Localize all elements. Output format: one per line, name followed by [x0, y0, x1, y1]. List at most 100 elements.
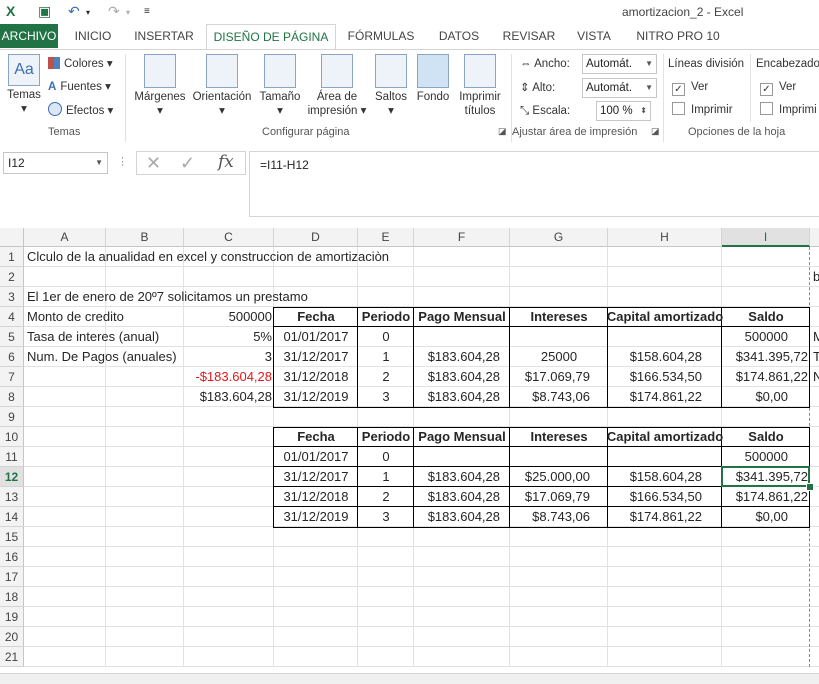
cancel-icon[interactable]: ✕ [146, 153, 161, 174]
table-cell[interactable]: 31/12/2018 [274, 487, 358, 507]
worksheet-grid[interactable]: A B C D E F G H I 1 2 3 4 5 6 7 8 9 10 1… [0, 228, 819, 684]
table-cell[interactable]: $174.861,22 [608, 507, 722, 527]
column-header-f[interactable]: F [414, 228, 510, 247]
dialog-launcher-icon[interactable]: ◪ [498, 126, 507, 137]
resize-handle-icon[interactable]: ⋮ [117, 155, 128, 168]
cell-j6[interactable]: T [811, 347, 819, 367]
table-cell[interactable]: 0 [358, 447, 414, 467]
table-cell[interactable]: $183.604,28 [414, 487, 510, 507]
table-1-header[interactable]: Pago Mensual [414, 307, 510, 327]
dialog-launcher-icon[interactable]: ◪ [651, 126, 660, 137]
margenes-button[interactable]: Márgenes ▾ [132, 52, 188, 118]
row-header[interactable]: 10 [0, 427, 24, 447]
tab-revisar[interactable]: REVISAR [498, 24, 560, 48]
table-cell[interactable]: $174.861,22 [608, 387, 722, 407]
column-header-c[interactable]: C [184, 228, 274, 247]
redo-icon[interactable]: ↷ [108, 3, 120, 20]
sheet-tabs-bar[interactable] [0, 673, 819, 684]
row-header[interactable]: 2 [0, 267, 24, 287]
row-header[interactable]: 4 [0, 307, 24, 327]
table-cell[interactable]: $183.604,28 [414, 347, 510, 367]
row-header[interactable]: 15 [0, 527, 24, 547]
table-cell[interactable]: 31/12/2019 [274, 507, 358, 527]
table-cell[interactable]: $341.395,72 [722, 347, 810, 367]
tab-nitro-pro[interactable]: NITRO PRO 10 [630, 24, 726, 48]
row-header[interactable]: 13 [0, 487, 24, 507]
column-header-j[interactable] [810, 228, 819, 247]
table-2-header[interactable]: Intereses [510, 427, 608, 447]
row-header[interactable]: 11 [0, 447, 24, 467]
table-cell[interactable]: $17.069,79 [510, 487, 608, 507]
fill-handle[interactable] [806, 483, 814, 491]
table-cell[interactable]: $183.604,28 [414, 387, 510, 407]
row-header[interactable]: 6 [0, 347, 24, 367]
cell-j7[interactable]: N [811, 367, 819, 387]
table-cell[interactable]: 01/01/2017 [274, 327, 358, 347]
headings-view-checkbox[interactable]: ✓ Ver [760, 79, 796, 96]
table-cell[interactable]: 500000 [722, 447, 810, 467]
enter-icon[interactable]: ✓ [180, 153, 195, 174]
row-header[interactable]: 9 [0, 407, 24, 427]
table-cell[interactable]: $17.069,79 [510, 367, 608, 387]
table-1-header[interactable]: Intereses [510, 307, 608, 327]
efectos-button[interactable]: Efectos ▾ [48, 102, 113, 119]
table-cell[interactable]: 2 [358, 487, 414, 507]
table-cell[interactable]: $166.534,50 [608, 487, 722, 507]
table-cell[interactable]: 0 [358, 327, 414, 347]
gridlines-print-checkbox[interactable]: Imprimir [672, 102, 733, 118]
table-cell[interactable]: $8.743,06 [510, 387, 608, 407]
tab-archivo[interactable]: ARCHIVO [0, 24, 58, 48]
table-cell[interactable]: $158.604,28 [608, 347, 722, 367]
column-header-e[interactable]: E [358, 228, 414, 247]
colores-button[interactable]: Colores ▾ [48, 56, 113, 72]
formula-input[interactable]: =I11-H12 [249, 151, 819, 217]
table-cell[interactable]: $183.604,28 [414, 367, 510, 387]
alto-dropdown[interactable]: Automát. ▼ [582, 78, 657, 98]
table-cell[interactable]: $158.604,28 [608, 467, 722, 487]
column-header-b[interactable]: B [106, 228, 184, 247]
table-1-header[interactable]: Capital amortizado [604, 307, 726, 327]
column-header-h[interactable]: H [608, 228, 722, 247]
table-1-header[interactable]: Periodo [358, 307, 414, 327]
row-header[interactable]: 3 [0, 287, 24, 307]
table-cell[interactable]: 31/12/2017 [274, 347, 358, 367]
column-header-a[interactable]: A [24, 228, 106, 247]
cell-c4[interactable]: 500000 [184, 307, 274, 327]
customize-toolbar-icon[interactable]: ≡ [144, 6, 150, 17]
row-header[interactable]: 19 [0, 607, 24, 627]
table-2-header[interactable]: Saldo [722, 427, 810, 447]
tab-diseno-de-pagina[interactable]: DISEÑO DE PÁGINA [206, 24, 336, 50]
table-2-header[interactable]: Pago Mensual [414, 427, 510, 447]
table-2-header[interactable]: Fecha [274, 427, 358, 447]
table-cell[interactable]: $174.861,22 [722, 367, 810, 387]
select-all-button[interactable] [0, 228, 24, 247]
column-header-d[interactable]: D [274, 228, 358, 247]
orientacion-button[interactable]: Orientación ▾ [190, 52, 254, 118]
table-cell[interactable]: 1 [358, 467, 414, 487]
table-cell[interactable]: 31/12/2018 [274, 367, 358, 387]
cell-c8[interactable]: $183.604,28 [174, 387, 274, 407]
tab-inicio[interactable]: INICIO [66, 24, 120, 48]
save-icon[interactable]: ▣ [38, 3, 51, 20]
undo-dropdown-icon[interactable]: ▾ [86, 8, 90, 17]
table-cell[interactable]: 01/01/2017 [274, 447, 358, 467]
table-cell[interactable]: $174.861,22 [722, 487, 810, 507]
table-cell[interactable]: 2 [358, 367, 414, 387]
row-header[interactable]: 12 [0, 467, 24, 487]
area-impresion-button[interactable]: Área de impresión ▾ [306, 52, 368, 118]
cell-a1[interactable]: Clculo de la anualidad en excel y constr… [25, 247, 391, 267]
imprimir-titulos-button[interactable]: Imprimir títulos [454, 52, 506, 118]
insert-function-icon[interactable]: fx [218, 152, 234, 172]
table-cell[interactable]: 500000 [722, 327, 810, 347]
row-header[interactable]: 1 [0, 247, 24, 267]
name-box[interactable]: I12 ▼ [3, 152, 108, 174]
undo-icon[interactable]: ↶ [68, 3, 80, 20]
cell-j2[interactable]: b [811, 267, 819, 287]
fondo-button[interactable]: Fondo [414, 52, 452, 104]
table-cell[interactable]: $8.743,06 [510, 507, 608, 527]
table-cell[interactable]: 31/12/2017 [274, 467, 358, 487]
table-cell[interactable]: $0,00 [722, 507, 810, 527]
table-cell[interactable]: $0,00 [722, 387, 810, 407]
cell-a3[interactable]: El 1er de enero de 20º7 solicitamos un p… [25, 287, 310, 307]
row-header[interactable]: 18 [0, 587, 24, 607]
